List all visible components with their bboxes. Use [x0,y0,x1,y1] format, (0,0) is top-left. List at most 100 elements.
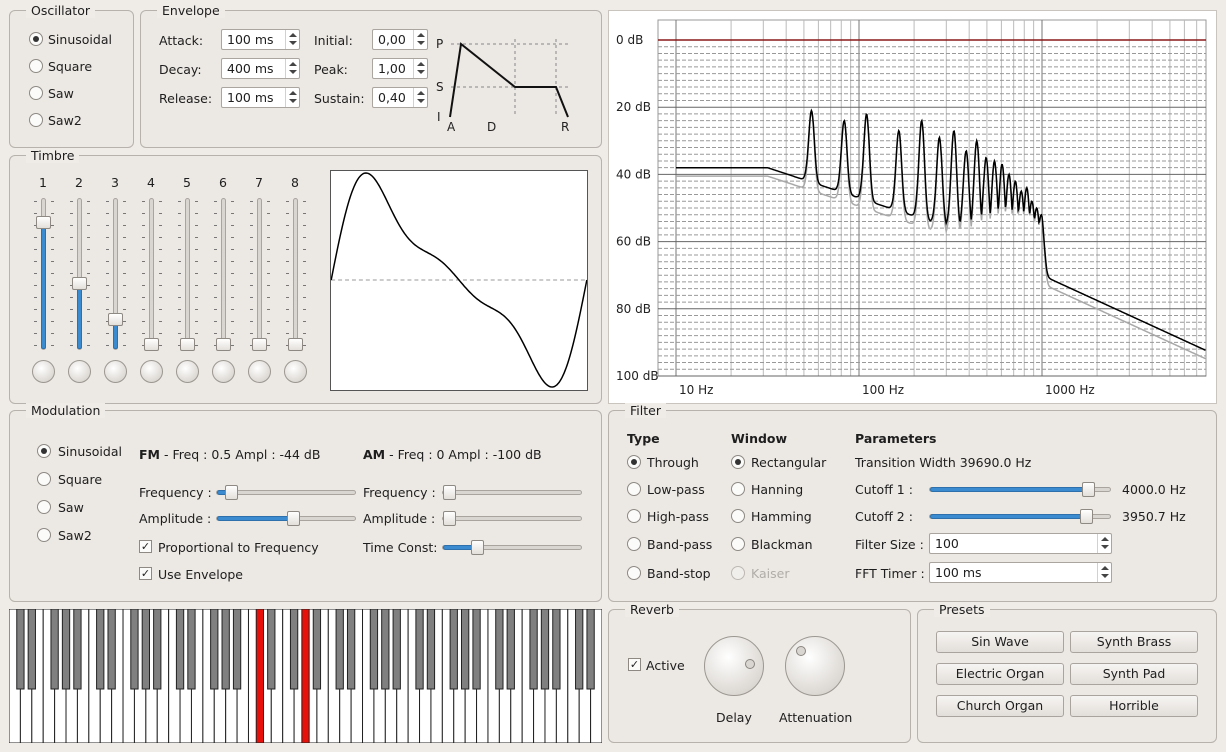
osc-radio-saw[interactable] [29,86,43,100]
type-radio-band-stop[interactable] [627,566,641,580]
black-key[interactable] [50,609,59,690]
filter-size-spin-arrows[interactable] [1097,534,1111,553]
black-key[interactable] [96,609,105,690]
slider-handle[interactable] [471,540,484,555]
envelope-graph[interactable]: P S I A D R [431,29,581,139]
black-key[interactable] [381,609,390,690]
preset-sin-wave-button[interactable]: Sin Wave [936,631,1064,653]
type-radio-high-pass[interactable] [627,509,641,523]
initial-spin-arrows[interactable] [413,30,427,49]
time-const-slider[interactable] [442,540,582,555]
slider-handle[interactable] [225,485,238,500]
harmonic-slider-5[interactable] [180,198,195,351]
black-key[interactable] [392,609,401,690]
harmonic-slider-handle[interactable] [216,338,231,351]
preset-synth-pad-button[interactable]: Synth Pad [1070,663,1198,685]
black-key[interactable] [461,609,470,690]
osc-radio-saw2[interactable] [29,113,43,127]
decay-spinbox[interactable]: 400 ms [221,58,300,79]
window-radio-hanning[interactable] [731,482,745,496]
reverb-active-checkbox[interactable]: ✓ [628,658,641,671]
black-key[interactable] [301,609,310,743]
slider-handle[interactable] [1080,509,1093,524]
initial-spinbox[interactable]: 0,00 [372,29,428,50]
black-key[interactable] [552,609,561,690]
black-key[interactable] [449,609,458,690]
black-key[interactable] [153,609,162,690]
black-key[interactable] [472,609,481,690]
black-key[interactable] [175,609,185,690]
black-key[interactable] [27,609,36,690]
am-amplitude-slider[interactable] [442,511,582,526]
black-key[interactable] [586,609,595,690]
window-radio-rectangular[interactable] [731,455,745,469]
type-radio-low-pass[interactable] [627,482,641,496]
black-key[interactable] [346,609,356,690]
osc-radio-sinusoidal[interactable] [29,32,43,46]
cutoff1-slider[interactable] [929,482,1111,497]
mod-radio-saw2[interactable] [37,528,51,542]
black-key[interactable] [16,609,25,690]
black-key[interactable] [107,609,116,690]
harmonic-slider-handle[interactable] [108,313,123,326]
harmonic-phase-knob-3[interactable] [104,360,127,383]
fm-frequency-slider[interactable] [216,485,356,500]
use-envelope-checkbox[interactable]: ✓ [139,567,152,580]
black-key[interactable] [369,609,379,690]
harmonic-slider-handle[interactable] [180,338,195,351]
harmonic-slider-6[interactable] [216,198,231,351]
black-key[interactable] [73,609,82,690]
sustain-spinbox[interactable]: 0,40 [372,87,428,108]
black-key[interactable] [335,609,344,690]
fm-amplitude-slider[interactable] [216,511,356,526]
black-key[interactable] [506,609,515,690]
harmonic-slider-3[interactable] [108,198,123,350]
black-key[interactable] [267,609,276,690]
harmonic-slider-handle[interactable] [144,338,159,351]
peak-spinbox[interactable]: 1,00 [372,58,428,79]
cutoff2-slider[interactable] [929,509,1111,524]
black-key[interactable] [61,609,71,690]
slider-handle[interactable] [443,511,456,526]
window-radio-kaiser[interactable] [731,566,745,580]
mod-radio-square[interactable] [37,472,51,486]
fft-timer-spin-arrows[interactable] [1097,563,1111,582]
preset-synth-brass-button[interactable]: Synth Brass [1070,631,1198,653]
black-key[interactable] [289,609,299,690]
harmonic-phase-knob-1[interactable] [32,360,55,383]
window-radio-blackman[interactable] [731,537,745,551]
harmonic-slider-handle[interactable] [252,338,267,351]
harmonic-slider-4[interactable] [144,198,159,351]
harmonic-phase-knob-8[interactable] [284,360,307,383]
sustain-spin-arrows[interactable] [413,88,427,107]
delay-knob[interactable] [704,636,764,696]
attack-spin-arrows[interactable] [285,30,299,49]
attenuation-knob[interactable] [785,636,845,696]
type-radio-band-pass[interactable] [627,537,641,551]
black-key[interactable] [415,609,424,690]
peak-spin-arrows[interactable] [413,59,427,78]
black-key[interactable] [312,609,322,690]
fft-timer-spinbox[interactable]: 100 ms [929,562,1112,583]
harmonic-slider-1[interactable] [36,198,51,350]
decay-spin-arrows[interactable] [285,59,299,78]
harmonic-phase-knob-7[interactable] [248,360,271,383]
black-key[interactable] [232,609,242,690]
black-key[interactable] [130,609,139,690]
black-key[interactable] [575,609,584,690]
harmonic-slider-handle[interactable] [72,277,87,290]
black-key[interactable] [141,609,150,690]
filter-size-spinbox[interactable]: 100 [929,533,1112,554]
preset-electric-organ-button[interactable]: Electric Organ [936,663,1064,685]
slider-handle[interactable] [443,485,456,500]
black-key[interactable] [210,609,219,690]
harmonic-phase-knob-2[interactable] [68,360,91,383]
preset-church-organ-button[interactable]: Church Organ [936,695,1064,717]
harmonic-phase-knob-4[interactable] [140,360,163,383]
am-frequency-slider[interactable] [442,485,582,500]
slider-handle[interactable] [1082,482,1095,497]
black-key[interactable] [221,609,230,690]
preset-horrible-button[interactable]: Horrible [1070,695,1198,717]
mod-radio-sinusoidal[interactable] [37,444,51,458]
black-key[interactable] [187,609,196,690]
